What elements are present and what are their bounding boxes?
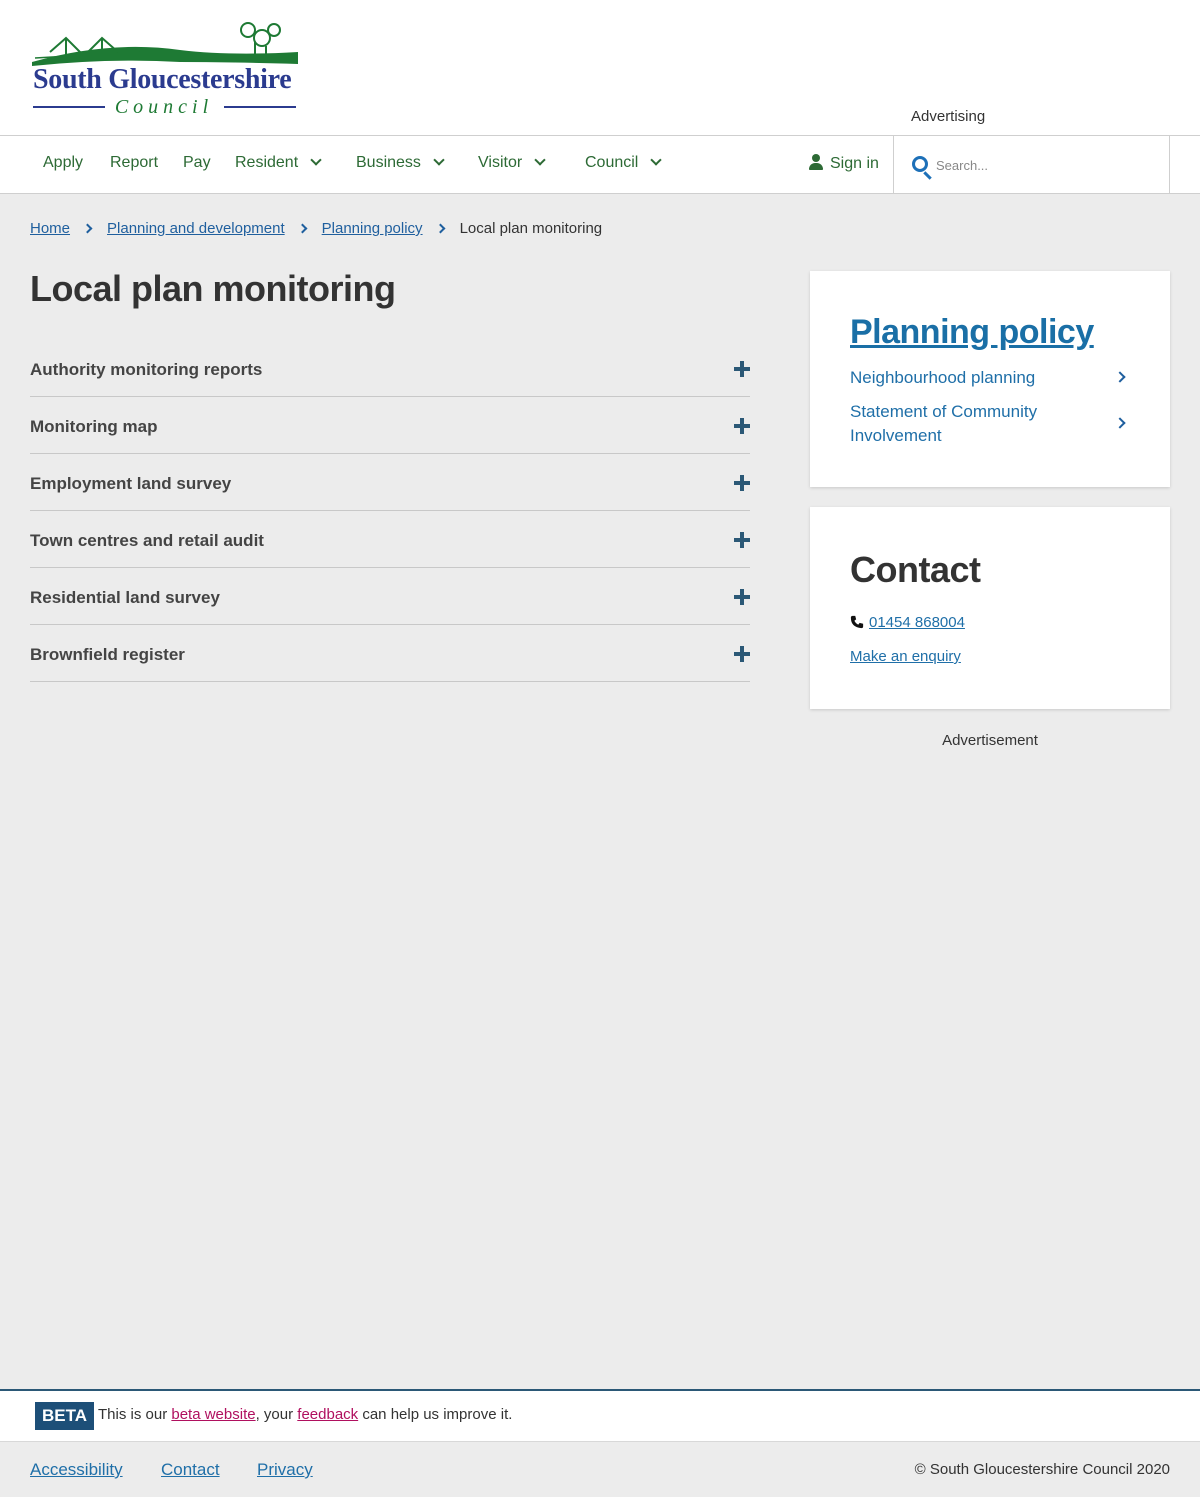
plus-icon[interactable] [734, 418, 750, 434]
plus-icon[interactable] [734, 532, 750, 548]
footer-accessibility-link[interactable]: Accessibility [30, 1460, 123, 1480]
nav-business-label: Business [356, 154, 421, 171]
make-enquiry-link[interactable]: Make an enquiry [850, 648, 961, 665]
search-box [893, 136, 1170, 194]
nav-visitor-label: Visitor [478, 154, 523, 171]
phone-icon [850, 615, 864, 629]
accordion-item[interactable]: Residential land survey [30, 568, 750, 625]
planning-policy-title[interactable]: Planning policy [850, 313, 1094, 352]
chevron-right-icon [1114, 371, 1126, 383]
accordion-label: Residential land survey [30, 588, 220, 607]
plus-icon[interactable] [734, 589, 750, 605]
nav-apply[interactable]: Apply [43, 154, 83, 172]
chevron-right-icon [1114, 417, 1126, 429]
site-header: South Gloucestershire Council Advertisin… [0, 0, 1200, 135]
footer: Accessibility Contact Privacy © South Gl… [0, 1441, 1200, 1497]
breadcrumb: Home Planning and development Planning pol… [30, 220, 602, 237]
nav-council-label: Council [585, 154, 639, 171]
enquiry-row: Make an enquiry [850, 648, 961, 665]
nav-resident-label: Resident [235, 154, 299, 171]
user-icon [808, 154, 824, 170]
phone-link[interactable]: 01454 868004 [869, 614, 965, 631]
advertising-label: Advertising [911, 108, 986, 125]
accordion-label: Employment land survey [30, 474, 232, 493]
accordion-label: Brownfield register [30, 645, 185, 664]
neighbourhood-planning-link[interactable]: Neighbourhood planning [850, 366, 1080, 390]
beta-middle: , your [255, 1406, 298, 1423]
chevron-down-icon [310, 154, 322, 166]
footer-privacy-link[interactable]: Privacy [257, 1460, 313, 1480]
contact-card: Contact 01454 868004 Make an enquiry [810, 507, 1170, 709]
community-involvement-link[interactable]: Statement of Community Involvement [850, 400, 1080, 448]
nav-apply-label: Apply [43, 154, 84, 171]
chevron-down-icon [433, 154, 445, 166]
sign-in-label: Sign in [830, 155, 879, 172]
accordion-item[interactable]: Monitoring map [30, 397, 750, 454]
main-nav: Apply Report Pay Resident Business Visit… [0, 135, 1200, 194]
accordion-item[interactable]: Town centres and retail audit [30, 511, 750, 568]
search-icon[interactable] [912, 156, 928, 172]
logo-rule-right [224, 106, 296, 108]
accordion-item[interactable]: Brownfield register [30, 625, 750, 682]
search-input[interactable] [936, 150, 1156, 180]
breadcrumb-home[interactable]: Home [30, 220, 70, 237]
council-logo[interactable]: South Gloucestershire Council [30, 18, 300, 118]
page-title: Local plan monitoring [30, 268, 396, 309]
accordion-label: Authority monitoring reports [30, 360, 263, 379]
accordion-item[interactable]: Employment land survey [30, 454, 750, 511]
nav-report-label: Report [110, 154, 159, 171]
advertisement-label: Advertisement [942, 732, 1038, 749]
accordion: Authority monitoring reports Monitoring … [30, 340, 750, 682]
nav-business[interactable]: Business [356, 154, 445, 172]
feedback-link[interactable]: feedback [297, 1406, 358, 1423]
breadcrumb-planning-development[interactable]: Planning and development [107, 220, 285, 237]
accordion-label: Town centres and retail audit [30, 531, 264, 550]
beta-website-link[interactable]: beta website [171, 1406, 255, 1423]
nav-visitor[interactable]: Visitor [478, 154, 546, 172]
plus-icon[interactable] [734, 475, 750, 491]
sign-in-button[interactable]: Sign in [808, 154, 879, 173]
beta-text: This is our beta website, your feedback … [98, 1406, 512, 1423]
contact-title: Contact [850, 549, 981, 590]
accordion-item[interactable]: Authority monitoring reports [30, 340, 750, 397]
breadcrumb-planning-policy[interactable]: Planning policy [322, 220, 423, 237]
breadcrumb-current: Local plan monitoring [459, 220, 603, 237]
chevron-right-icon [435, 223, 446, 234]
planning-policy-card: Planning policy Neighbourhood planning S… [810, 271, 1170, 487]
chevron-right-icon [297, 223, 308, 234]
chevron-right-icon [82, 223, 93, 234]
accordion-label: Monitoring map [30, 417, 158, 436]
logo-name: South Gloucestershire [33, 64, 292, 95]
chevron-down-icon [534, 154, 546, 166]
nav-resident[interactable]: Resident [235, 154, 322, 172]
plus-icon[interactable] [734, 361, 750, 377]
beta-tag: BETA [35, 1402, 95, 1430]
nav-council[interactable]: Council [585, 154, 663, 172]
chevron-down-icon [650, 154, 663, 166]
plus-icon[interactable] [734, 646, 750, 662]
beta-prefix: This is our [98, 1406, 172, 1423]
copyright: © South Gloucestershire Council 2020 [914, 1461, 1170, 1478]
nav-pay[interactable]: Pay [183, 154, 211, 172]
footer-contact-link[interactable]: Contact [161, 1460, 220, 1480]
nav-report[interactable]: Report [110, 154, 158, 172]
phone-row: 01454 868004 [850, 614, 965, 631]
beta-suffix: can help us improve it. [358, 1406, 513, 1423]
nav-pay-label: Pay [183, 154, 211, 171]
beta-banner: BETA This is our beta website, your feed… [0, 1389, 1200, 1441]
